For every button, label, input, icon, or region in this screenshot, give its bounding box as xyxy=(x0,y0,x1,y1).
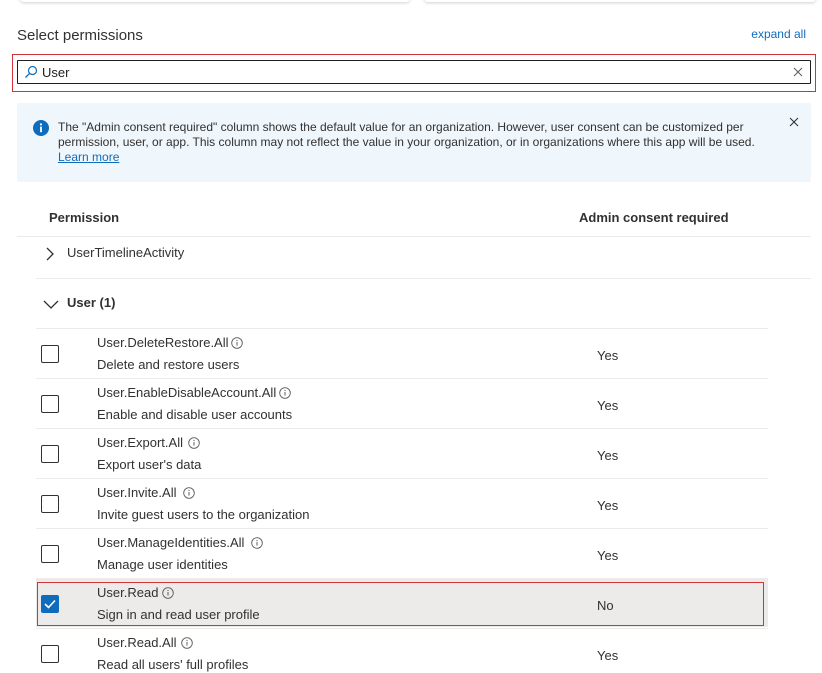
permission-description: Manage user identities xyxy=(97,557,228,572)
top-card-left xyxy=(20,0,410,2)
permission-description: Read all users' full profiles xyxy=(97,657,249,672)
permission-checkbox[interactable] xyxy=(41,445,59,463)
permission-checkbox[interactable] xyxy=(41,395,59,413)
permission-row: User.Export.All Export user's data Yes xyxy=(36,428,768,477)
info-icon[interactable] xyxy=(231,337,243,349)
permission-checkbox[interactable] xyxy=(41,545,59,563)
info-icon[interactable] xyxy=(188,437,200,449)
group-label: UserTimelineActivity xyxy=(67,245,185,260)
permission-description: Invite guest users to the organization xyxy=(97,507,310,522)
permission-description: Export user's data xyxy=(97,457,202,472)
expand-all-link[interactable]: expand all xyxy=(751,27,806,41)
admin-consent-value: Yes xyxy=(597,348,619,363)
group-user[interactable]: User (1) xyxy=(17,283,811,325)
info-icon[interactable] xyxy=(279,387,291,399)
chevron-right-icon xyxy=(43,247,57,261)
permission-row: User.Invite.All Invite guest users to th… xyxy=(36,478,768,527)
info-message-text: The "Admin consent required" column show… xyxy=(58,120,758,165)
close-icon[interactable] xyxy=(789,115,799,127)
permission-row: User.Read.All Read all users' full profi… xyxy=(36,628,768,673)
search-icon xyxy=(24,65,38,79)
search-input[interactable] xyxy=(42,61,782,83)
admin-consent-value: Yes xyxy=(597,648,619,663)
permission-description: Enable and disable user accounts xyxy=(97,407,293,422)
permission-name: User.Export.All xyxy=(97,435,183,450)
permission-name: User.EnableDisableAccount.All xyxy=(97,385,277,400)
permission-checkbox[interactable] xyxy=(41,495,59,513)
column-header-admin-consent: Admin consent required xyxy=(579,210,729,225)
selected-row-highlight-box xyxy=(37,582,764,626)
info-icon xyxy=(33,120,49,136)
group-divider xyxy=(36,278,811,279)
info-message-body: The "Admin consent required" column show… xyxy=(58,120,755,149)
info-icon[interactable] xyxy=(251,537,263,549)
search-box[interactable] xyxy=(17,60,811,84)
chevron-down-icon xyxy=(43,297,59,311)
top-card-right xyxy=(424,0,816,2)
clear-search-icon[interactable] xyxy=(792,66,804,78)
permission-description: Delete and restore users xyxy=(97,357,240,372)
permission-row: User.EnableDisableAccount.All Enable and… xyxy=(36,378,768,427)
admin-consent-value: Yes xyxy=(597,498,619,513)
permission-checkbox[interactable] xyxy=(41,345,59,363)
learn-more-link[interactable]: Learn more xyxy=(58,150,119,164)
info-icon[interactable] xyxy=(183,487,195,499)
permission-name: User.Read.All xyxy=(97,635,177,650)
permission-row: User.DeleteRestore.All Delete and restor… xyxy=(36,328,768,377)
top-cards-edge xyxy=(0,0,822,4)
permission-checkbox[interactable] xyxy=(41,645,59,663)
admin-consent-value: Yes xyxy=(597,448,619,463)
admin-consent-value: Yes xyxy=(597,548,619,563)
permission-name: User.Invite.All xyxy=(97,485,177,500)
group-usertimelineactivity[interactable]: UserTimelineActivity xyxy=(17,233,811,275)
info-message-bar: The "Admin consent required" column show… xyxy=(17,103,811,182)
group-label: User (1) xyxy=(67,295,116,310)
permission-name: User.ManageIdentities.All xyxy=(97,535,245,550)
admin-consent-value: Yes xyxy=(597,398,619,413)
info-icon[interactable] xyxy=(181,637,193,649)
column-header-permission: Permission xyxy=(49,210,120,225)
section-title: Select permissions xyxy=(17,27,143,44)
permission-row: User.ManageIdentities.All Manage user id… xyxy=(36,528,768,577)
permission-name: User.DeleteRestore.All xyxy=(97,335,229,350)
